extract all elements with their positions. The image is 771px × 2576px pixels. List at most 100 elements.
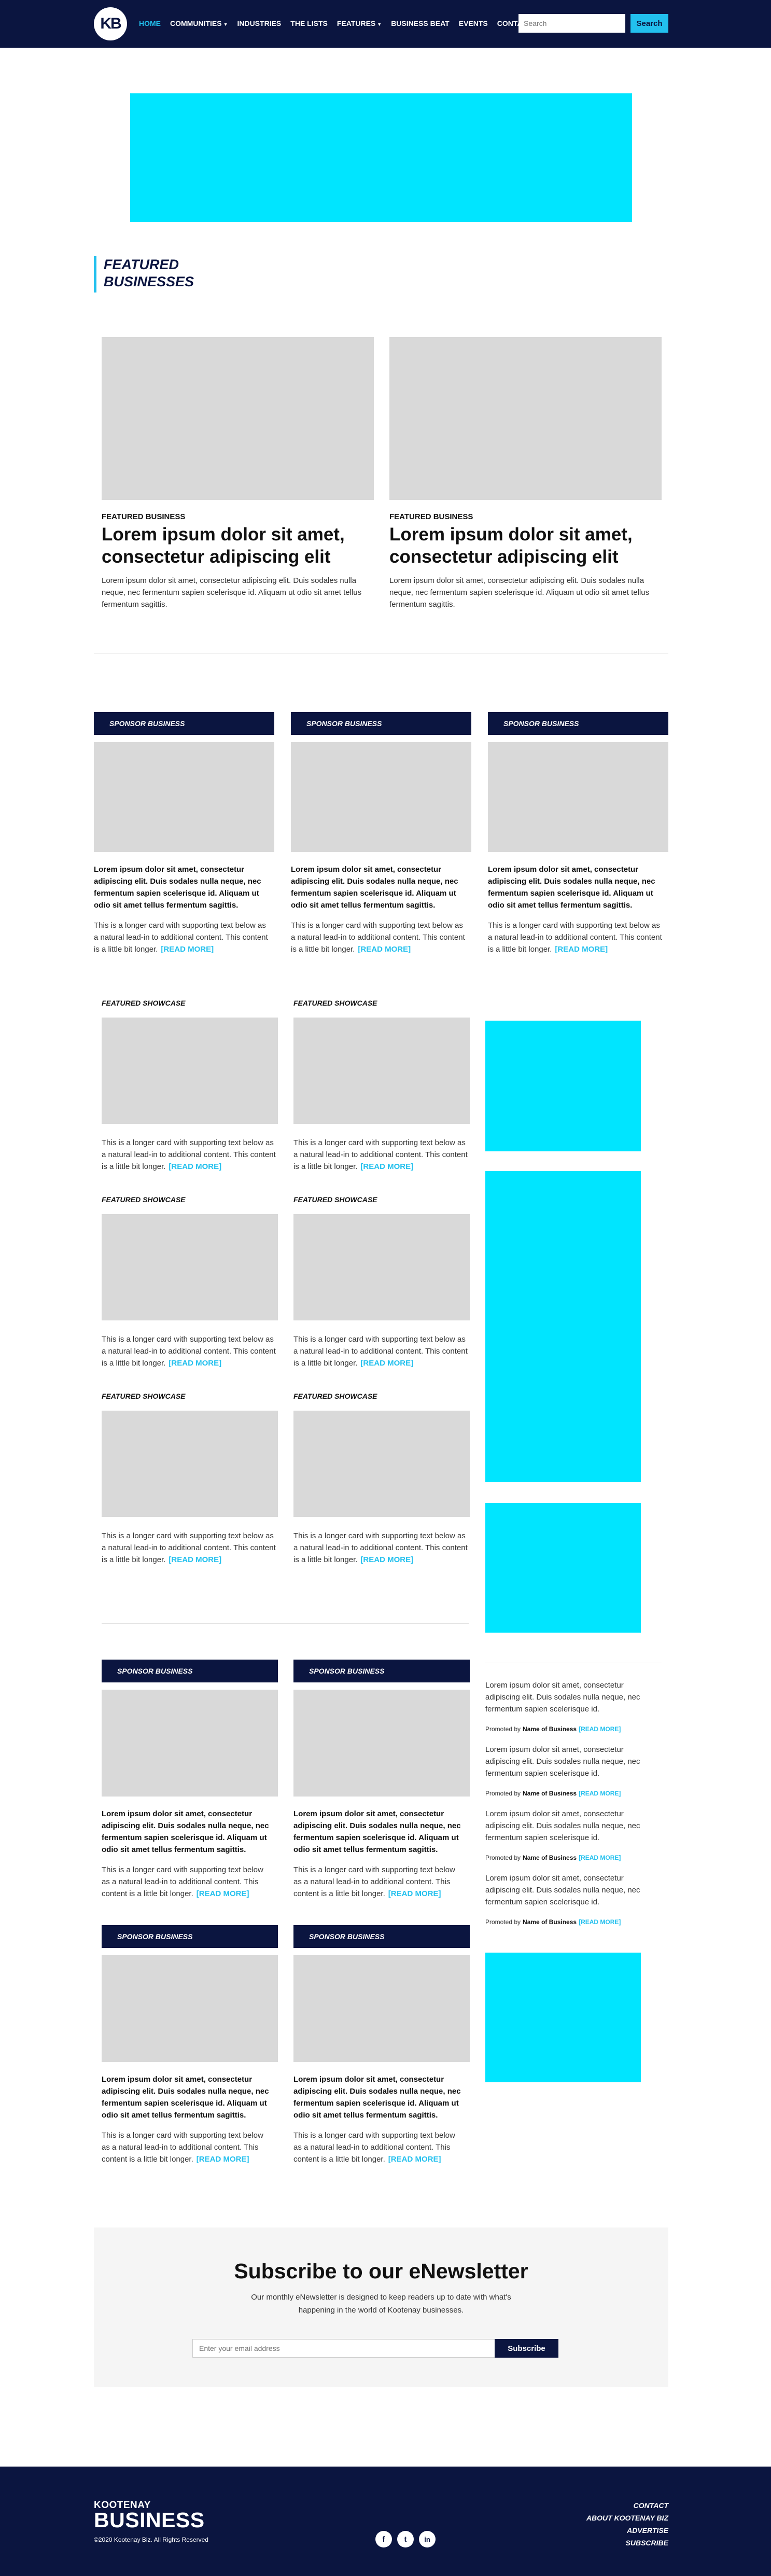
sponsor-title[interactable]: Lorem ipsum dolor sit amet, consectetur … bbox=[488, 864, 663, 911]
footer-link-contact[interactable]: CONTACT bbox=[586, 2499, 668, 2512]
sponsor-image[interactable] bbox=[94, 742, 274, 852]
showcase-image[interactable] bbox=[102, 1018, 278, 1124]
sidebar-ad[interactable] bbox=[485, 1953, 641, 2082]
sponsor-business-label: SPONSOR BUSINESS bbox=[102, 1660, 278, 1682]
read-more-link[interactable]: [READ MORE] bbox=[169, 1162, 221, 1171]
card-text: This is a longer card with supporting te… bbox=[291, 921, 465, 954]
featured-image[interactable] bbox=[102, 337, 374, 500]
sponsor-image[interactable] bbox=[102, 1690, 278, 1797]
sponsor-title[interactable]: Lorem ipsum dolor sit amet, consectetur … bbox=[94, 864, 269, 911]
featured-showcase-label: FEATURED SHOWCASE bbox=[102, 999, 186, 1007]
site-logo[interactable]: KB bbox=[94, 7, 127, 40]
card-text: This is a longer card with supporting te… bbox=[488, 921, 662, 954]
featured-title[interactable]: Lorem ipsum dolor sit amet, consectetur … bbox=[389, 523, 662, 568]
card-text: This is a longer card with supporting te… bbox=[293, 1138, 468, 1171]
main-menu: HOME COMMUNITIES ▼ INDUSTRIES THE LISTS FEATU… bbox=[139, 19, 532, 27]
read-more-link[interactable]: [READ MORE] bbox=[579, 1918, 621, 1926]
featured-kicker: FEATURED BUSINESS bbox=[389, 512, 473, 521]
subscribe-button[interactable]: Subscribe bbox=[495, 2339, 558, 2358]
copyright: ©2020 Kootenay Biz. All Rights Reserved bbox=[94, 2536, 208, 2543]
card-text: This is a longer card with supporting te… bbox=[102, 1335, 276, 1368]
read-more-link[interactable]: [READ MORE] bbox=[388, 1889, 441, 1898]
featured-image[interactable] bbox=[389, 337, 662, 500]
sponsor-image[interactable] bbox=[293, 1690, 470, 1797]
nav-item-business-beat[interactable]: BUSINESS BEAT bbox=[391, 19, 450, 27]
search-input[interactable] bbox=[518, 14, 625, 33]
read-more-link[interactable]: [READ MORE] bbox=[579, 1725, 621, 1733]
sponsor-title[interactable]: Lorem ipsum dolor sit amet, consectetur … bbox=[102, 1808, 273, 1856]
featured-showcase-label: FEATURED SHOWCASE bbox=[293, 999, 377, 1007]
footer-link-about[interactable]: ABOUT KOOTENAY BIZ bbox=[586, 2512, 668, 2524]
read-more-link[interactable]: [READ MORE] bbox=[579, 1854, 621, 1861]
sponsor-business-label: SPONSOR BUSINESS bbox=[488, 712, 668, 735]
featured-showcase-label: FEATURED SHOWCASE bbox=[293, 1195, 377, 1204]
footer-link-subscribe[interactable]: SUBSCRIBE bbox=[586, 2537, 668, 2549]
read-more-link[interactable]: [READ MORE] bbox=[358, 945, 411, 954]
read-more-link[interactable]: [READ MORE] bbox=[388, 2155, 441, 2164]
sidebar-ad-tall[interactable] bbox=[485, 1171, 641, 1482]
sponsor-business-label: SPONSOR BUSINESS bbox=[102, 1925, 278, 1948]
promoted-business-name[interactable]: Name of Business bbox=[523, 1725, 577, 1733]
newsletter-title: Subscribe to our eNewsletter bbox=[234, 2259, 528, 2283]
read-more-link[interactable]: [READ MORE] bbox=[360, 1555, 413, 1564]
showcase-image[interactable] bbox=[293, 1018, 470, 1124]
promoted-by: Promoted by Name of Business [READ MORE] bbox=[485, 1854, 621, 1861]
sidebar-ad[interactable] bbox=[485, 1503, 641, 1633]
read-more-link[interactable]: [READ MORE] bbox=[197, 1889, 249, 1898]
showcase-image[interactable] bbox=[293, 1411, 470, 1517]
card-text: This is a longer card with supporting te… bbox=[293, 1865, 455, 1898]
featured-title[interactable]: Lorem ipsum dolor sit amet, consectetur … bbox=[102, 523, 374, 568]
card-text: This is a longer card with supporting te… bbox=[293, 1531, 468, 1564]
sponsor-business-label: SPONSOR BUSINESS bbox=[293, 1925, 470, 1948]
sponsor-business-label: SPONSOR BUSINESS bbox=[293, 1660, 470, 1682]
showcase-image[interactable] bbox=[102, 1214, 278, 1320]
read-more-link[interactable]: [READ MORE] bbox=[161, 945, 214, 954]
read-more-link[interactable]: [READ MORE] bbox=[579, 1790, 621, 1797]
read-more-link[interactable]: [READ MORE] bbox=[169, 1555, 221, 1564]
promoted-business-name[interactable]: Name of Business bbox=[523, 1854, 577, 1861]
showcase-image[interactable] bbox=[293, 1214, 470, 1320]
sponsor-image[interactable] bbox=[293, 1955, 470, 2062]
sponsor-image[interactable] bbox=[102, 1955, 278, 2062]
top-nav: KB HOME COMMUNITIES ▼ INDUSTRIES THE LISTS FE… bbox=[0, 0, 771, 48]
sponsor-title[interactable]: Lorem ipsum dolor sit amet, consectetur … bbox=[102, 2073, 273, 2121]
facebook-icon[interactable]: f bbox=[375, 2531, 392, 2547]
sponsor-business-label: SPONSOR BUSINESS bbox=[94, 712, 274, 735]
read-more-link[interactable]: [READ MORE] bbox=[555, 945, 608, 954]
linkedin-icon[interactable]: in bbox=[419, 2531, 436, 2547]
newsletter-email-input[interactable] bbox=[192, 2339, 495, 2358]
read-more-link[interactable]: [READ MORE] bbox=[360, 1162, 413, 1171]
sponsor-title[interactable]: Lorem ipsum dolor sit amet, consectetur … bbox=[293, 2073, 465, 2121]
showcase-image[interactable] bbox=[102, 1411, 278, 1517]
footer-links: CONTACT ABOUT KOOTENAY BIZ ADVERTISE SUB… bbox=[586, 2499, 668, 2549]
promoted-business-name[interactable]: Name of Business bbox=[523, 1918, 577, 1926]
chevron-down-icon: ▼ bbox=[223, 22, 228, 27]
footer-link-advertise[interactable]: ADVERTISE bbox=[586, 2524, 668, 2537]
banner-ad[interactable] bbox=[130, 93, 632, 222]
card-text: This is a longer card with supporting te… bbox=[293, 1335, 468, 1368]
read-more-link[interactable]: [READ MORE] bbox=[360, 1359, 413, 1368]
read-more-link[interactable]: [READ MORE] bbox=[197, 2155, 249, 2164]
nav-item-communities[interactable]: COMMUNITIES ▼ bbox=[170, 19, 228, 27]
nav-item-events[interactable]: EVENTS bbox=[459, 19, 488, 27]
featured-text: Lorem ipsum dolor sit amet, consectetur … bbox=[102, 576, 362, 609]
footer: KOOTENAY BUSINESS ©2020 Kootenay Biz. Al… bbox=[0, 2467, 771, 2576]
sponsor-title[interactable]: Lorem ipsum dolor sit amet, consectetur … bbox=[293, 1808, 465, 1856]
promoted-text: Lorem ipsum dolor sit amet, consectetur … bbox=[485, 1681, 640, 1714]
sponsor-title[interactable]: Lorem ipsum dolor sit amet, consectetur … bbox=[291, 864, 466, 911]
sponsor-image[interactable] bbox=[291, 742, 471, 852]
promoted-business-name[interactable]: Name of Business bbox=[523, 1790, 577, 1797]
sidebar-ad[interactable] bbox=[485, 1021, 641, 1151]
nav-item-features[interactable]: FEATURES ▼ bbox=[337, 19, 382, 27]
nav-item-the-lists[interactable]: THE LISTS bbox=[290, 19, 328, 27]
read-more-link[interactable]: [READ MORE] bbox=[169, 1359, 221, 1368]
footer-logo-bottom[interactable]: BUSINESS bbox=[94, 2508, 205, 2532]
search-button[interactable]: Search bbox=[630, 14, 668, 33]
promoted-by: Promoted by Name of Business [READ MORE] bbox=[485, 1790, 621, 1797]
section-divider bbox=[102, 1623, 469, 1624]
nav-item-home[interactable]: HOME bbox=[139, 19, 161, 27]
promoted-text: Lorem ipsum dolor sit amet, consectetur … bbox=[485, 1809, 640, 1842]
twitter-icon[interactable]: t bbox=[397, 2531, 414, 2547]
nav-item-industries[interactable]: INDUSTRIES bbox=[237, 19, 281, 27]
sponsor-image[interactable] bbox=[488, 742, 668, 852]
